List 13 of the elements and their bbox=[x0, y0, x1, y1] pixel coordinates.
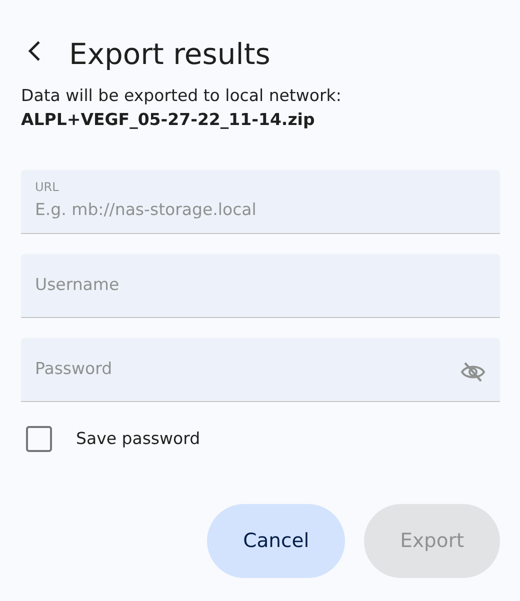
password-input[interactable]: Password bbox=[35, 357, 486, 382]
checkbox-label: Save password bbox=[76, 428, 200, 450]
page-title: Export results bbox=[69, 37, 270, 72]
text-input[interactable]: E.g. mb://nas-storage.local bbox=[35, 198, 486, 223]
file-name: ALPL+VEGF_05-27-22_11-14.zip bbox=[21, 109, 316, 131]
info-text: Data will be exported to local network: bbox=[21, 85, 342, 107]
text-input[interactable]: Username bbox=[35, 273, 486, 298]
text-field[interactable]: Username bbox=[21, 254, 500, 318]
text-field[interactable]: URL E.g. mb://nas-storage.local bbox=[21, 170, 500, 234]
field-label: URL bbox=[35, 180, 60, 194]
checkbox[interactable] bbox=[26, 426, 52, 452]
password-field[interactable]: Password bbox=[21, 338, 500, 402]
cancel-button[interactable]: Cancel bbox=[207, 504, 346, 578]
